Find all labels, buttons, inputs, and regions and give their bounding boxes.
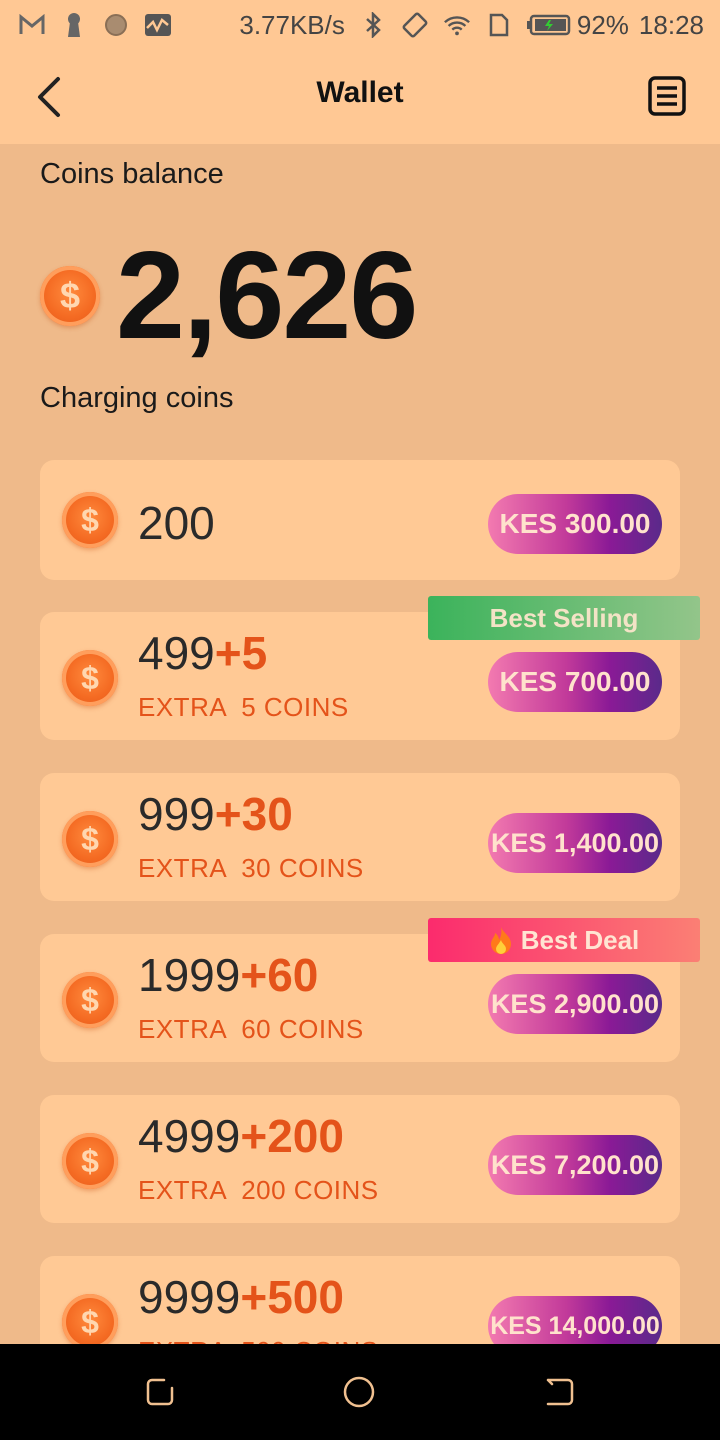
clock: 18:28 (638, 9, 704, 40)
status-bar-right: 3.77KB/s 92% 18:28 (239, 10, 704, 41)
network-speed: 3.77KB/s (239, 9, 345, 40)
package-amount: 499+5 (138, 626, 267, 680)
package-base: 4999 (138, 1110, 241, 1162)
home-button[interactable] (343, 1376, 375, 1408)
coin-icon: $ (62, 492, 118, 548)
badge-label: Best Deal (520, 924, 640, 955)
price-button[interactable]: KES 7,200.00 (488, 1135, 662, 1195)
price-button[interactable]: KES 14,000.00 (488, 1296, 662, 1344)
package-bonus: +60 (240, 949, 319, 1001)
transaction-history-button[interactable] (648, 76, 686, 116)
status-bar: 3.77KB/s 92% 18:28 (0, 0, 720, 50)
list-document-icon (648, 76, 686, 116)
package-base: 999 (138, 788, 215, 840)
package-extra: EXTRA 5 COINS (138, 692, 349, 722)
back-nav-button[interactable] (544, 1376, 576, 1408)
rotate-lock-icon (401, 11, 429, 39)
pulse-icon (144, 11, 172, 39)
package-extra: EXTRA 60 COINS (138, 1014, 364, 1044)
best-deal-badge: Best Deal (428, 918, 700, 962)
package-base: 200 (138, 497, 215, 549)
coin-package-999[interactable]: $ 999+30 EXTRA 30 COINS KES 1,400.00 (40, 773, 680, 901)
recent-apps-icon (146, 1378, 174, 1406)
coin-icon: $ (62, 972, 118, 1028)
back-icon (546, 1378, 574, 1406)
package-bonus: +500 (240, 1271, 344, 1323)
coin-icon: $ (62, 1133, 118, 1189)
battery-level: 92% (576, 9, 629, 40)
coins-balance-label: Coins balance (40, 158, 224, 190)
system-nav-bar (0, 1344, 720, 1440)
sim-icon (485, 11, 513, 39)
badge-label: Best Selling (489, 602, 639, 633)
app-bar: Wallet (0, 50, 720, 144)
package-amount: 999+30 (138, 787, 293, 841)
coin-package-4999[interactable]: $ 4999+200 EXTRA 200 COINS KES 7,200.00 (40, 1095, 680, 1223)
price-button[interactable]: KES 1,400.00 (488, 813, 662, 873)
best-selling-badge: Best Selling (428, 596, 700, 640)
price-button[interactable]: KES 700.00 (488, 652, 662, 712)
bluetooth-icon (359, 11, 387, 39)
price-button[interactable]: KES 300.00 (488, 494, 662, 554)
price-button[interactable]: KES 2,900.00 (488, 974, 662, 1034)
battery-icon (526, 11, 571, 39)
package-base: 1999 (138, 949, 241, 1001)
recent-apps-button[interactable] (144, 1376, 176, 1408)
package-bonus: +30 (214, 788, 293, 840)
gmail-icon (18, 11, 46, 39)
package-base: 9999 (138, 1271, 241, 1323)
coin-icon: $ (62, 650, 118, 706)
package-extra: EXTRA 200 COINS (138, 1175, 379, 1205)
keyhole-icon (60, 11, 88, 39)
coin-icon: $ (62, 1294, 118, 1344)
coin-icon: $ (62, 811, 118, 867)
coin-package-9999[interactable]: $ 9999+500 EXTRA 500 COINS KES 14,000.00 (40, 1256, 680, 1344)
status-bar-left (18, 11, 172, 39)
wifi-icon (443, 11, 471, 39)
coin-package-200[interactable]: $ 200 KES 300.00 (40, 460, 680, 580)
package-base: 499 (138, 627, 215, 679)
page-title: Wallet (316, 76, 404, 109)
package-bonus: +200 (240, 1110, 344, 1162)
charging-coins-label: Charging coins (40, 382, 234, 414)
wallet-content[interactable]: Coins balance $ 2,626 Charging coins $ 2… (0, 144, 720, 1344)
balance-value: 2,626 (116, 227, 418, 365)
package-amount: 200 (138, 496, 215, 550)
package-extra: EXTRA 30 COINS (138, 853, 364, 883)
fire-icon (490, 927, 511, 954)
package-extra: EXTRA 500 COINS (138, 1336, 379, 1344)
package-amount: 4999+200 (138, 1109, 344, 1163)
package-amount: 1999+60 (138, 948, 318, 1002)
package-amount: 9999+500 (138, 1270, 344, 1324)
package-bonus: +5 (214, 627, 268, 679)
balance-display: $ 2,626 (40, 227, 418, 365)
circle-app-icon (102, 11, 130, 39)
home-icon (343, 1376, 375, 1408)
coin-icon: $ (40, 266, 100, 326)
